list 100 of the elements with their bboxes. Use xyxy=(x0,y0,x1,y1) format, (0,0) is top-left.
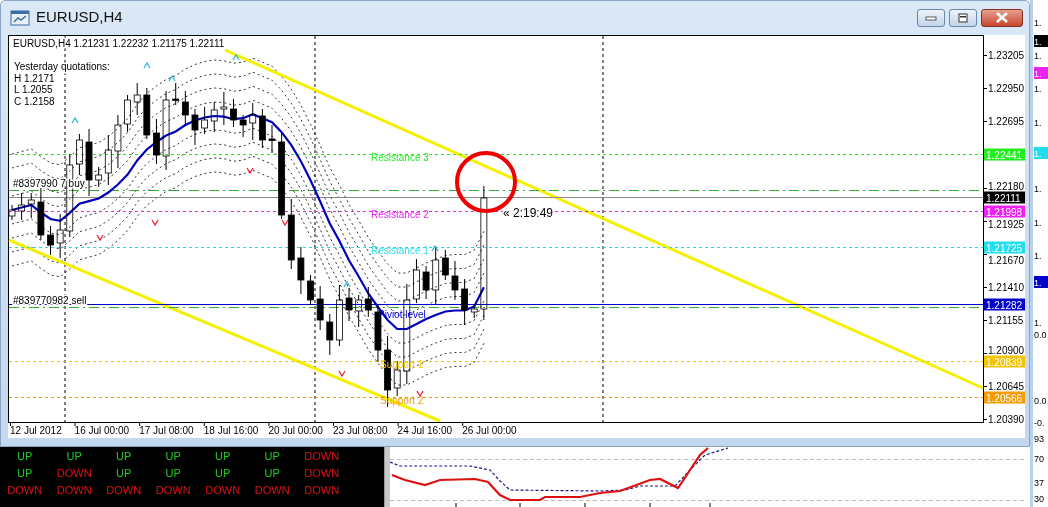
price-tag: 1.21282 xyxy=(984,298,1025,311)
candlestick xyxy=(461,278,468,326)
candlestick xyxy=(259,108,266,149)
signal-label: DOWN xyxy=(6,483,44,498)
axis-label: 1. xyxy=(1034,251,1042,261)
quotation-value: C 1.2158 xyxy=(14,95,55,107)
candlestick xyxy=(413,258,420,304)
candlestick xyxy=(268,124,276,154)
candlestick xyxy=(124,94,131,133)
signal-label: UP xyxy=(263,466,281,481)
countdown-timer: « 2:19:49 xyxy=(503,206,554,220)
signal-label: UP xyxy=(263,449,281,464)
axis-label: 37 xyxy=(1034,478,1044,488)
candlestick xyxy=(153,118,160,165)
time-tick-label: 26 Jul 00:00 xyxy=(462,425,517,436)
candlestick xyxy=(326,313,334,356)
minimize-button[interactable] xyxy=(917,8,945,27)
price-tick-label: 1.20390 xyxy=(988,414,1025,426)
candlestick xyxy=(336,284,343,347)
axis-label: 30 xyxy=(1034,494,1044,504)
candlestick xyxy=(201,106,208,135)
chart-header-text: EURUSD,H4 1.21231 1.22232 1.21175 1.22111 xyxy=(13,38,225,49)
time-tick-label: 12 Jul 2012 xyxy=(10,425,62,436)
axis-label: 1. xyxy=(1034,149,1042,159)
price-tick-label: 1.23205 xyxy=(988,50,1025,61)
candlestick xyxy=(297,246,305,295)
price-tick-label: 1.22180 xyxy=(988,180,1025,192)
price-tick-label: 1.20645 xyxy=(988,380,1025,392)
signal-label: DOWN xyxy=(303,483,341,498)
price-tag: 1.22441 xyxy=(984,148,1025,161)
signal-label: DOWN xyxy=(253,483,291,498)
signal-label: DOWN xyxy=(303,449,341,464)
axis-label: 1. xyxy=(1034,218,1042,228)
window-title: EURUSD,H4 xyxy=(36,7,123,28)
price-tick-label: 1.22695 xyxy=(988,116,1025,127)
candlestick xyxy=(191,108,199,146)
axis-label: 93 xyxy=(1034,434,1044,444)
axis-label: 1. xyxy=(1034,51,1042,61)
signal-label: UP xyxy=(214,466,232,481)
candlestick xyxy=(76,133,83,176)
axis-label: 1. xyxy=(1034,278,1042,288)
candlestick xyxy=(47,225,54,256)
quotation-value: L 1.2055 xyxy=(14,84,53,95)
candlestick xyxy=(249,102,257,141)
time-tick-label: 23 Jul 08:00 xyxy=(333,425,388,436)
signal-label: UP xyxy=(164,466,182,481)
axis-label: 1. xyxy=(1034,18,1042,28)
quotation-value: H 1.2171 xyxy=(14,72,55,84)
signal-label: DOWN xyxy=(55,483,93,498)
price-tick-label: 1.20900 xyxy=(988,344,1025,356)
axis-label: -0. xyxy=(1034,418,1045,428)
axis-label: 1. xyxy=(1034,318,1042,328)
axis-label: 1. xyxy=(1034,69,1042,79)
axis-label: 0.0 xyxy=(1034,330,1047,340)
candlestick xyxy=(114,114,122,169)
price-tick-label: 1.21670 xyxy=(988,254,1025,266)
time-tick-label: 16 Jul 00:00 xyxy=(74,425,130,436)
price-tag: 1.21998 xyxy=(984,205,1025,218)
axis-label: 0.0 xyxy=(1034,396,1047,406)
signal-label: UP xyxy=(115,449,133,464)
price-tag: 1.20566 xyxy=(984,391,1025,404)
time-tick-label: 24 Jul 16:00 xyxy=(397,425,453,436)
signal-label: DOWN xyxy=(105,483,143,498)
axis-label: 1. xyxy=(1034,118,1042,128)
candlestick xyxy=(85,128,93,197)
candlestick xyxy=(220,91,228,126)
price-tick-label: 1.21410 xyxy=(988,282,1025,294)
candlestick xyxy=(239,114,247,138)
candlestick xyxy=(451,260,459,301)
candlestick xyxy=(8,204,16,221)
close-button[interactable] xyxy=(981,8,1023,27)
minimize-icon xyxy=(925,14,937,21)
signal-label: UP xyxy=(16,449,34,464)
time-tick-label: 17 Jul 08:00 xyxy=(139,425,194,436)
candlestick xyxy=(133,82,141,116)
price-tag: 1.20839 xyxy=(984,355,1025,368)
signal-label: DOWN xyxy=(303,466,341,481)
axis-label: 1. xyxy=(1034,184,1042,194)
price-tag: 1.21725 xyxy=(984,241,1025,254)
candlestick xyxy=(470,303,478,319)
order-label: #839770982 sell xyxy=(13,294,87,306)
axis-label: 1. xyxy=(1034,37,1042,47)
signal-label: UP xyxy=(164,449,182,464)
price-tick-label: 1.21925 xyxy=(988,218,1025,230)
signal-label: UP xyxy=(115,466,133,481)
signal-label: UP xyxy=(65,449,83,464)
time-tick-label: 18 Jul 16:00 xyxy=(203,425,259,436)
time-tick-label: 20 Jul 00:00 xyxy=(268,425,323,436)
candlestick xyxy=(210,101,218,133)
close-icon xyxy=(995,12,1009,23)
chart-window-icon xyxy=(10,9,30,26)
restore-icon xyxy=(957,12,969,23)
axis-label: 70 xyxy=(1034,454,1044,464)
candlestick xyxy=(230,98,237,128)
restore-button[interactable] xyxy=(949,8,977,27)
signal-label: UP xyxy=(16,466,34,481)
price-tick-label: 1.22950 xyxy=(988,83,1025,94)
signal-label: DOWN xyxy=(204,483,242,498)
price-tick-label: 1.21155 xyxy=(988,315,1024,327)
candlestick xyxy=(37,187,45,241)
